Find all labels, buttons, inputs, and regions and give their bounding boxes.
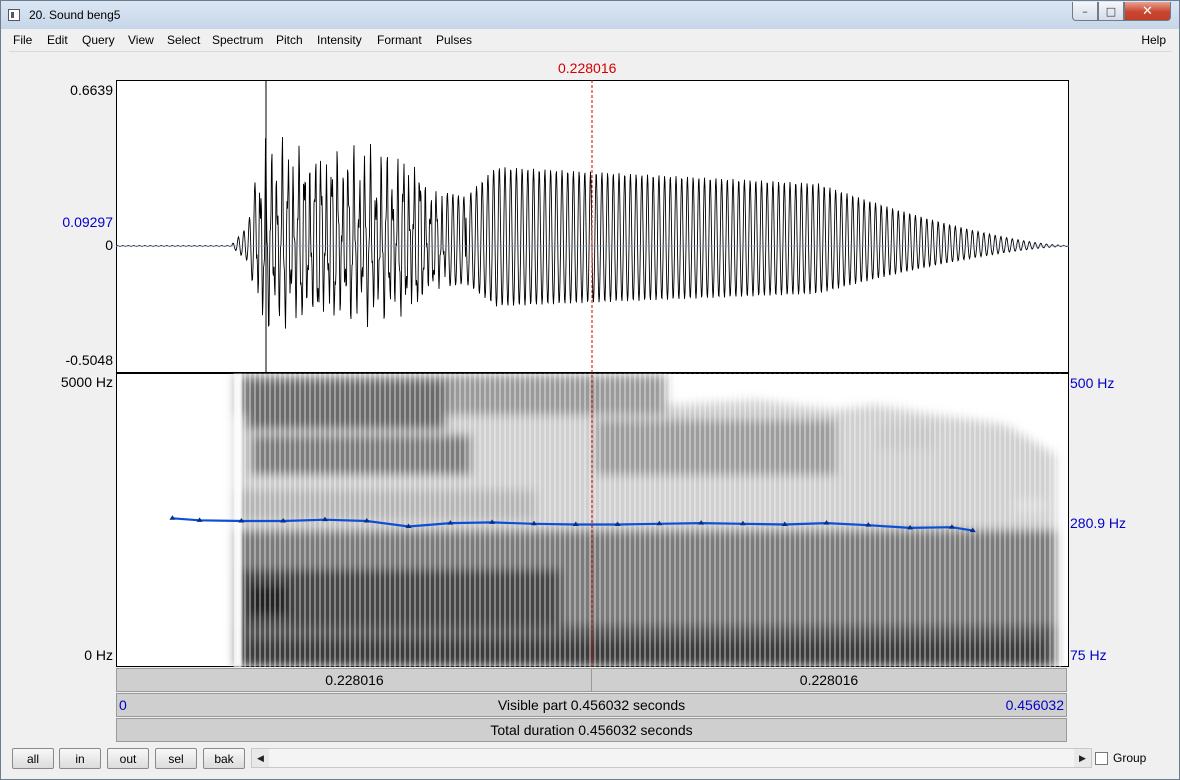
waveform-cursor-value-label: 0.09297 [62,214,113,230]
bottom-toolbar: all in out sel bak ◀ ▶ Group [9,743,1172,773]
menu-select[interactable]: Select [167,33,200,47]
app-window: 20. Sound beng5 – □ ✕ File Edit Query Vi… [0,0,1180,780]
title-bar[interactable]: 20. Sound beng5 – □ ✕ [1,1,1179,29]
scroll-left-icon[interactable]: ◀ [252,749,269,767]
app-icon [8,9,20,21]
pitch-top-label: 500 Hz [1070,375,1115,391]
left-part-duration[interactable]: 0.228016 [117,672,592,688]
scroll-right-icon[interactable]: ▶ [1074,749,1091,767]
menu-formant[interactable]: Formant [377,33,422,47]
visible-part-label: Visible part 0.456032 seconds [497,697,686,713]
total-duration-bar[interactable]: Total duration 0.456032 seconds [116,718,1067,742]
total-duration-label: Total duration 0.456032 seconds [490,722,693,738]
visible-start-label: 0 [119,697,127,713]
menu-bar: File Edit Query View Select Spectrum Pit… [9,30,1172,52]
waveform-max-label: 0.6639 [70,82,113,98]
sound-editor-area: 0.228016 0.6639 0.09297 0 -0.5048 5000 H… [9,52,1172,742]
menu-edit[interactable]: Edit [47,33,68,47]
menu-intensity[interactable]: Intensity [317,33,362,47]
menu-query[interactable]: Query [82,33,115,47]
group-label: Group [1113,751,1147,765]
zoom-in-button[interactable]: in [59,748,101,769]
right-part-duration[interactable]: 0.228016 [592,672,1066,688]
pitch-bottom-label: 75 Hz [1070,647,1107,663]
cursor-time-label: 0.228016 [558,60,617,76]
show-all-button[interactable]: all [12,748,54,769]
minimize-button[interactable]: – [1072,2,1098,21]
signal-display[interactable] [116,80,1069,669]
maximize-button[interactable]: □ [1098,2,1124,21]
menu-view[interactable]: View [128,33,154,47]
selection-bar[interactable]: 0.228016 0.228016 [116,668,1067,692]
zoom-back-button[interactable]: bak [203,748,245,769]
visible-end-label: 0.456032 [1005,697,1064,713]
menu-pitch[interactable]: Pitch [276,33,303,47]
spectrogram-bottom-freq-label: 0 Hz [84,647,113,663]
visible-part-bar[interactable]: 0 Visible part 0.456032 seconds 0.456032 [116,693,1067,717]
zoom-out-button[interactable]: out [107,748,149,769]
menu-pulses[interactable]: Pulses [436,33,472,47]
window-title: 20. Sound beng5 [29,8,121,22]
menu-file[interactable]: File [13,33,32,47]
waveform-min-label: -0.5048 [65,352,113,368]
group-checkbox[interactable] [1095,752,1108,765]
horizontal-scrollbar[interactable]: ◀ ▶ [251,748,1092,768]
pitch-cursor-label: 280.9 Hz [1070,515,1127,531]
zoom-to-selection-button[interactable]: sel [155,748,197,769]
menu-spectrum[interactable]: Spectrum [212,33,263,47]
menu-help[interactable]: Help [1141,33,1166,47]
close-button[interactable]: ✕ [1124,2,1171,21]
spectrogram-top-freq-label: 5000 Hz [60,374,113,390]
waveform-zero-label: 0 [105,237,113,253]
